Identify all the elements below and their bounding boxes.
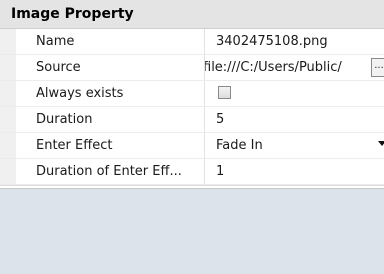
property-label: Source: [36, 60, 81, 75]
property-label-cell: Duration of Enter Eff...: [16, 159, 205, 184]
property-value: 3402475108.png: [216, 34, 328, 49]
property-label-cell: Enter Effect: [16, 133, 205, 158]
property-row-always-exists[interactable]: Always exists: [0, 81, 384, 107]
divider: [0, 185, 384, 186]
always-exists-value-field: [205, 81, 384, 106]
always-exists-checkbox[interactable]: [218, 86, 231, 99]
property-value: 5: [216, 112, 225, 127]
property-row-enter-effect[interactable]: Enter Effect Fade In: [0, 133, 384, 159]
row-gutter: [0, 29, 16, 54]
name-value-field[interactable]: 3402475108.png: [205, 29, 384, 54]
property-grid: Name 3402475108.png Source file:///C:/Us…: [0, 29, 384, 185]
property-row-source[interactable]: Source file:///C:/Users/Public/ ...: [0, 55, 384, 81]
row-gutter: [0, 81, 16, 106]
property-label: Always exists: [36, 86, 124, 101]
property-row-name[interactable]: Name 3402475108.png: [0, 29, 384, 55]
row-gutter: [0, 107, 16, 132]
property-label: Enter Effect: [36, 138, 113, 153]
property-category-header[interactable]: Image Property: [0, 0, 384, 29]
chevron-down-icon[interactable]: [378, 141, 384, 146]
row-gutter: [0, 133, 16, 158]
property-row-duration[interactable]: Duration 5: [0, 107, 384, 133]
duration-value-field[interactable]: 5: [205, 107, 384, 132]
property-label: Name: [36, 34, 75, 49]
row-gutter: [0, 55, 16, 80]
property-label-cell: Name: [16, 29, 205, 54]
row-gutter: [0, 159, 16, 184]
browse-button[interactable]: ...: [371, 58, 384, 77]
image-property-panel: Image Property Name 3402475108.png Sourc…: [0, 0, 384, 274]
property-value: 1: [216, 164, 225, 179]
property-value: file:///C:/Users/Public/: [205, 60, 342, 75]
property-label: Duration of Enter Eff...: [36, 164, 182, 179]
property-value: Fade In: [216, 138, 263, 153]
source-value-field[interactable]: file:///C:/Users/Public/ ...: [205, 55, 384, 80]
property-label-cell: Duration: [16, 107, 205, 132]
category-title: Image Property: [11, 6, 134, 22]
description-pane: [0, 189, 384, 274]
property-label-cell: Source: [16, 55, 205, 80]
property-label-cell: Always exists: [16, 81, 205, 106]
property-label: Duration: [36, 112, 93, 127]
property-row-duration-of-enter-effect[interactable]: Duration of Enter Eff... 1: [0, 159, 384, 185]
duration-of-enter-effect-value-field[interactable]: 1: [205, 159, 384, 184]
enter-effect-dropdown[interactable]: Fade In: [205, 133, 384, 158]
